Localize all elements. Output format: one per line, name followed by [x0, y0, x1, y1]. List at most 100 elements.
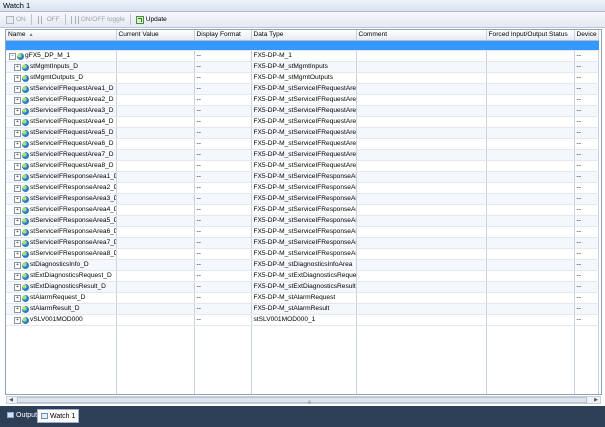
- expand-icon[interactable]: +: [14, 239, 21, 247]
- row-display-format: --: [194, 72, 252, 84]
- expand-icon[interactable]: +: [14, 228, 21, 236]
- expand-icon[interactable]: +: [14, 96, 21, 104]
- row-current-value[interactable]: [116, 215, 195, 227]
- table-row[interactable]: + stServiceIFResponseArea3_D -- FX5-DP-M_st…: [6, 193, 599, 205]
- tab-watch-1[interactable]: Watch 1: [37, 409, 80, 423]
- table-row-root[interactable]: − gFX5_DP_M_1 -- FX5-DP-M_1 --: [6, 50, 599, 62]
- row-current-value[interactable]: [116, 127, 195, 139]
- expand-icon[interactable]: +: [14, 261, 21, 269]
- row-name: stMgmtInputs_D: [30, 63, 79, 70]
- row-current-value[interactable]: [116, 270, 195, 282]
- table-row[interactable]: + stServiceIFRequestArea5_D -- FX5-DP-M_stS…: [6, 127, 599, 139]
- row-current-value[interactable]: [116, 61, 195, 73]
- table-row[interactable]: + stServiceIFRequestArea2_D -- FX5-DP-M_stS…: [6, 94, 599, 106]
- collapse-icon[interactable]: −: [9, 52, 16, 60]
- expand-icon[interactable]: +: [14, 283, 21, 291]
- row-current-value[interactable]: [116, 171, 195, 183]
- expand-icon[interactable]: +: [14, 184, 21, 192]
- table-row[interactable]: + stMgmtOutputs_D -- FX5-DP-M_stMgmtOutputs…: [6, 72, 599, 84]
- row-current-value[interactable]: [116, 248, 195, 260]
- table-row[interactable]: + stServiceIFResponseArea4_D -- FX5-DP-M_st…: [6, 204, 599, 216]
- table-row[interactable]: + stServiceIFRequestArea6_D -- FX5-DP-M_stS…: [6, 138, 599, 150]
- table-row[interactable]: + stExtDiagnosticsResult_D -- FX5-DP-M_stEx…: [6, 281, 599, 293]
- row-current-value[interactable]: [116, 94, 195, 106]
- row-data-type: FX5-DP-M_stServiceIFRequestArea: [251, 83, 357, 95]
- expand-icon[interactable]: +: [14, 162, 21, 170]
- expand-icon[interactable]: +: [14, 316, 21, 324]
- on-button[interactable]: ON: [3, 14, 29, 26]
- table-row[interactable]: + vSLV001MOD000 -- stSLV001MOD000_1 --: [6, 314, 599, 326]
- row-current-value[interactable]: [116, 50, 195, 62]
- table-row[interactable]: + stAlarmRequest_D -- FX5-DP-M_stAlarmReque…: [6, 292, 599, 304]
- scroll-left-icon[interactable]: ◀: [7, 397, 15, 403]
- row-current-value[interactable]: [116, 281, 195, 293]
- expand-icon[interactable]: +: [14, 74, 21, 82]
- expand-icon[interactable]: +: [14, 173, 21, 181]
- expand-icon[interactable]: +: [14, 272, 21, 280]
- scroll-right-icon[interactable]: ▶: [592, 397, 600, 403]
- row-current-value[interactable]: [116, 138, 195, 150]
- row-data-type: stSLV001MOD000_1: [251, 314, 357, 326]
- table-row[interactable]: + stServiceIFRequestArea8_D -- FX5-DP-M_stS…: [6, 160, 599, 172]
- row-current-value[interactable]: [116, 83, 195, 95]
- table-row[interactable]: + stServiceIFRequestArea4_D -- FX5-DP-M_stS…: [6, 116, 599, 128]
- row-current-value[interactable]: [116, 292, 195, 304]
- table-row[interactable]: + stServiceIFResponseArea6_D -- FX5-DP-M_st…: [6, 226, 599, 238]
- row-current-value[interactable]: [116, 237, 195, 249]
- column-header-forced-status[interactable]: Forced Input/Output Status: [486, 30, 575, 41]
- selected-empty-row[interactable]: [6, 40, 599, 51]
- table-row[interactable]: + stMgmtInputs_D -- FX5-DP-M_stMgmtInputs --: [6, 61, 599, 73]
- column-header-display-format[interactable]: Display Format: [194, 30, 252, 41]
- expand-icon[interactable]: +: [14, 140, 21, 148]
- table-row[interactable]: + stServiceIFResponseArea7_D -- FX5-DP-M_st…: [6, 237, 599, 249]
- row-current-value[interactable]: [116, 72, 195, 84]
- row-current-value[interactable]: [116, 314, 195, 326]
- expand-icon[interactable]: +: [14, 206, 21, 214]
- table-row[interactable]: + stServiceIFRequestArea3_D -- FX5-DP-M_stS…: [6, 105, 599, 117]
- row-current-value[interactable]: [116, 204, 195, 216]
- expand-icon[interactable]: +: [14, 195, 21, 203]
- expand-icon[interactable]: +: [14, 217, 21, 225]
- expand-icon[interactable]: +: [14, 151, 21, 159]
- expand-icon[interactable]: +: [14, 107, 21, 115]
- column-header-comment[interactable]: Comment: [356, 30, 487, 41]
- expand-icon[interactable]: +: [14, 63, 21, 71]
- row-current-value[interactable]: [116, 160, 195, 172]
- column-header-current-value[interactable]: Current Value: [116, 30, 195, 41]
- scrollbar-thumb[interactable]: |||: [17, 397, 587, 404]
- expand-icon[interactable]: +: [14, 85, 21, 93]
- table-row[interactable]: + stServiceIFResponseArea2_D -- FX5-DP-M_st…: [6, 182, 599, 194]
- table-row[interactable]: + stDiagnosticsInfo_D -- FX5-DP-M_stDiagnos…: [6, 259, 599, 271]
- row-current-value[interactable]: [116, 182, 195, 194]
- row-current-value[interactable]: [116, 116, 195, 128]
- expand-icon[interactable]: +: [14, 129, 21, 137]
- table-row[interactable]: + stServiceIFRequestArea7_D -- FX5-DP-M_stS…: [6, 149, 599, 161]
- row-current-value[interactable]: [116, 303, 195, 315]
- column-header-name[interactable]: Name ▲: [6, 30, 117, 41]
- row-current-value[interactable]: [116, 226, 195, 238]
- column-header-data-type[interactable]: Data Type: [251, 30, 357, 41]
- row-current-value[interactable]: [116, 105, 195, 117]
- tab-output[interactable]: Output: [4, 409, 40, 421]
- row-comment: [356, 215, 487, 227]
- table-row[interactable]: + stServiceIFResponseArea8_D -- FX5-DP-M_st…: [6, 248, 599, 260]
- expand-icon[interactable]: +: [14, 250, 21, 258]
- off-button[interactable]: OFF: [34, 14, 63, 26]
- expand-icon[interactable]: +: [14, 305, 21, 313]
- table-row[interactable]: + stAlarmResult_D -- FX5-DP-M_stAlarmResult…: [6, 303, 599, 315]
- row-current-value[interactable]: [116, 193, 195, 205]
- column-header-device[interactable]: Device: [574, 30, 599, 41]
- table-row[interactable]: + stServiceIFRequestArea1_D -- FX5-DP-M_stS…: [6, 83, 599, 95]
- update-button[interactable]: Update: [133, 14, 170, 26]
- row-current-value[interactable]: [116, 259, 195, 271]
- table-row[interactable]: + stServiceIFResponseArea5_D -- FX5-DP-M_st…: [6, 215, 599, 227]
- table-row[interactable]: + stServiceIFResponseArea1_D -- FX5-DP-M_st…: [6, 171, 599, 183]
- row-name: stServiceIFResponseArea5_D: [30, 217, 116, 224]
- table-row[interactable]: + stExtDiagnosticsRequest_D -- FX5-DP-M_stE…: [6, 270, 599, 282]
- row-current-value[interactable]: [116, 149, 195, 161]
- expand-icon[interactable]: +: [14, 118, 21, 126]
- row-device: --: [574, 127, 599, 139]
- expand-icon[interactable]: +: [14, 294, 21, 302]
- toggle-button[interactable]: ON/OFF toggle: [68, 14, 128, 26]
- horizontal-scrollbar[interactable]: ◀ ||| ▶: [6, 396, 601, 404]
